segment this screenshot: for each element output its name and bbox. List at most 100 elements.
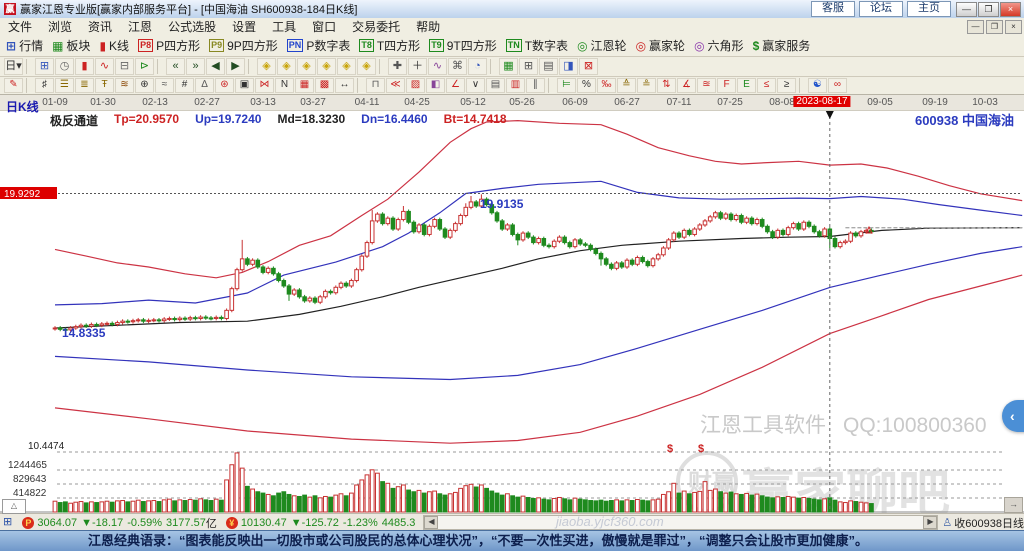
toolbar-button-P四方形[interactable]: P8 P四方形 — [138, 37, 200, 54]
tool-icon-toolbar3-24[interactable]: ∨ — [466, 78, 485, 93]
tool-icon-toolbar2-25[interactable]: ◔ — [468, 58, 487, 75]
tool-icon-toolbar2-15[interactable]: ◈ — [277, 58, 296, 75]
menu-item-窗口[interactable]: 窗口 — [304, 20, 344, 34]
tool-icon-toolbar3-21[interactable]: ▨ — [406, 78, 425, 93]
tool-icon-toolbar2-19[interactable]: ◈ — [357, 58, 376, 75]
kline-tab[interactable]: 日K线 — [6, 98, 39, 115]
tool-icon-toolbar3-39[interactable]: ≤ — [757, 78, 776, 93]
toolbar-button-9T四方形[interactable]: T9 9T四方形 — [429, 37, 497, 54]
toolbar-button-T四方形[interactable]: T8 T四方形 — [359, 37, 420, 54]
toolbar-button-赢家轮[interactable]: ◎ 赢家轮 — [636, 37, 686, 54]
tool-icon-toolbar3-30[interactable]: % — [577, 78, 596, 93]
tool-icon-toolbar2-17[interactable]: ◈ — [317, 58, 336, 75]
toolbar-button-江恩轮[interactable]: ◎ 江恩轮 — [577, 37, 627, 54]
tool-icon-toolbar3-6[interactable]: ≋ — [115, 78, 134, 93]
tool-icon-toolbar3-11[interactable]: ⊛ — [215, 78, 234, 93]
menu-item-工具[interactable]: 工具 — [264, 20, 304, 34]
tool-icon-toolbar2-10[interactable]: » — [186, 58, 205, 75]
tool-icon-toolbar3-3[interactable]: ☰ — [55, 78, 74, 93]
tool-icon-toolbar2-27[interactable]: ▦ — [499, 58, 518, 75]
menu-item-设置[interactable]: 设置 — [224, 20, 264, 34]
tool-icon-toolbar3-2[interactable]: ♯ — [35, 78, 54, 93]
tool-icon-toolbar2-16[interactable]: ◈ — [297, 58, 316, 75]
maximize-button[interactable]: ❐ — [978, 1, 999, 17]
tool-icon-toolbar3-36[interactable]: ≊ — [697, 78, 716, 93]
tool-icon-toolbar3-22[interactable]: ◧ — [426, 78, 445, 93]
menu-item-公式选股[interactable]: 公式选股 — [160, 20, 224, 34]
horizontal-scrollbar[interactable]: ◀ ▶ — [423, 515, 939, 530]
child-close-button[interactable]: × — [1005, 19, 1022, 34]
quote-grid-icon[interactable]: ⊞ — [3, 517, 15, 528]
close-button[interactable]: × — [1000, 1, 1021, 17]
tool-icon-toolbar2-14[interactable]: ◈ — [257, 58, 276, 75]
child-restore-button[interactable]: ❐ — [986, 19, 1003, 34]
tool-icon-toolbar3-25[interactable]: ▤ — [486, 78, 505, 93]
tool-icon-toolbar3-40[interactable]: ≥ — [777, 78, 796, 93]
tool-icon-toolbar3-27[interactable]: ∥ — [526, 78, 545, 93]
tool-icon-toolbar2-28[interactable]: ⊞ — [519, 58, 538, 75]
tool-icon-toolbar3-29[interactable]: ⊨ — [557, 78, 576, 93]
sse-index-icon[interactable]: P — [22, 516, 35, 529]
toolbar-button-K线[interactable]: ▮ K线 — [99, 37, 129, 54]
toolbar-button-T数字表[interactable]: TN T数字表 — [505, 37, 568, 54]
tool-icon-toolbar3-23[interactable]: ∠ — [446, 78, 465, 93]
tool-icon-toolbar3-15[interactable]: ▦ — [295, 78, 314, 93]
child-minimize-button[interactable]: — — [967, 19, 984, 34]
tool-icon-toolbar3-31[interactable]: ‰ — [597, 78, 616, 93]
tool-icon-toolbar3-35[interactable]: ∡ — [677, 78, 696, 93]
menu-item-交易委托[interactable]: 交易委托 — [344, 20, 408, 34]
menu-item-浏览[interactable]: 浏览 — [40, 20, 80, 34]
tool-icon-toolbar2-24[interactable]: ⌘ — [448, 58, 467, 75]
tool-icon-toolbar2-23[interactable]: ∿ — [428, 58, 447, 75]
tool-icon-toolbar2-30[interactable]: ◨ — [559, 58, 578, 75]
tool-icon-toolbar2-31[interactable]: ⊠ — [579, 58, 598, 75]
tool-icon-toolbar2-7[interactable]: ⊳ — [135, 58, 154, 75]
toolbar-button-P数字表[interactable]: PN P数字表 — [286, 37, 350, 54]
tool-icon-toolbar2-18[interactable]: ◈ — [337, 58, 356, 75]
tool-icon-toolbar3-42[interactable]: ☯ — [808, 78, 827, 93]
tool-icon-toolbar3-4[interactable]: ≣ — [75, 78, 94, 93]
tool-icon-toolbar3-17[interactable]: ↔ — [335, 78, 354, 93]
tool-icon-toolbar2-22[interactable]: ＋ — [408, 58, 427, 75]
tool-icon-toolbar2-29[interactable]: ▤ — [539, 58, 558, 75]
menu-item-江恩[interactable]: 江恩 — [120, 20, 160, 34]
tool-icon-toolbar3-0[interactable]: ✎ — [4, 78, 23, 93]
tool-icon-toolbar3-14[interactable]: N — [275, 78, 294, 93]
toolbar-button-板块[interactable]: ▦ 板块 — [52, 37, 90, 54]
tool-icon-toolbar3-9[interactable]: # — [175, 78, 194, 93]
tool-icon-toolbar3-5[interactable]: Ŧ — [95, 78, 114, 93]
tool-icon-toolbar3-32[interactable]: ≙ — [617, 78, 636, 93]
szse-index-icon[interactable]: ¥ — [225, 516, 238, 529]
toolbar-button-9P四方形[interactable]: P9 9P四方形 — [209, 37, 278, 54]
toolbar-button-赢家服务[interactable]: $ 赢家服务 — [753, 37, 811, 54]
tool-icon-toolbar3-19[interactable]: ⊓ — [366, 78, 385, 93]
tool-icon-toolbar2-11[interactable]: ◀ — [206, 58, 225, 75]
tool-icon-toolbar2-0[interactable]: 日▾ — [4, 58, 23, 75]
tool-icon-toolbar2-9[interactable]: « — [166, 58, 185, 75]
tool-icon-toolbar2-3[interactable]: ◷ — [55, 58, 74, 75]
menu-item-帮助[interactable]: 帮助 — [408, 20, 448, 34]
tool-icon-toolbar3-16[interactable]: ▩ — [315, 78, 334, 93]
tool-icon-toolbar2-5[interactable]: ∿ — [95, 58, 114, 75]
tool-icon-toolbar3-8[interactable]: ≈ — [155, 78, 174, 93]
toolbar-button-六角形[interactable]: ◎ 六角形 — [694, 37, 744, 54]
minimize-button[interactable]: — — [956, 1, 977, 17]
toolbar-button-行情[interactable]: ⊞ 行情 — [6, 37, 43, 54]
tool-icon-toolbar2-12[interactable]: ▶ — [226, 58, 245, 75]
tool-icon-toolbar3-20[interactable]: ≪ — [386, 78, 405, 93]
service-button[interactable]: 客服 — [811, 1, 855, 17]
scroll-left-icon[interactable]: ◀ — [424, 516, 439, 529]
tool-icon-toolbar3-26[interactable]: ▥ — [506, 78, 525, 93]
tool-icon-toolbar3-34[interactable]: ⇅ — [657, 78, 676, 93]
tool-icon-toolbar3-10[interactable]: ∆ — [195, 78, 214, 93]
tool-icon-toolbar2-21[interactable]: ✚ — [388, 58, 407, 75]
home-button[interactable]: 主页 — [907, 1, 951, 17]
tool-icon-toolbar3-33[interactable]: ≗ — [637, 78, 656, 93]
tool-icon-toolbar3-37[interactable]: F — [717, 78, 736, 93]
volume-collapse-button[interactable]: △ — [2, 499, 26, 514]
tool-icon-toolbar3-38[interactable]: E — [737, 78, 756, 93]
tool-icon-toolbar2-4[interactable]: ▮ — [75, 58, 94, 75]
tool-icon-toolbar3-12[interactable]: ▣ — [235, 78, 254, 93]
tool-icon-toolbar2-2[interactable]: ⊞ — [35, 58, 54, 75]
menu-item-资讯[interactable]: 资讯 — [80, 20, 120, 34]
